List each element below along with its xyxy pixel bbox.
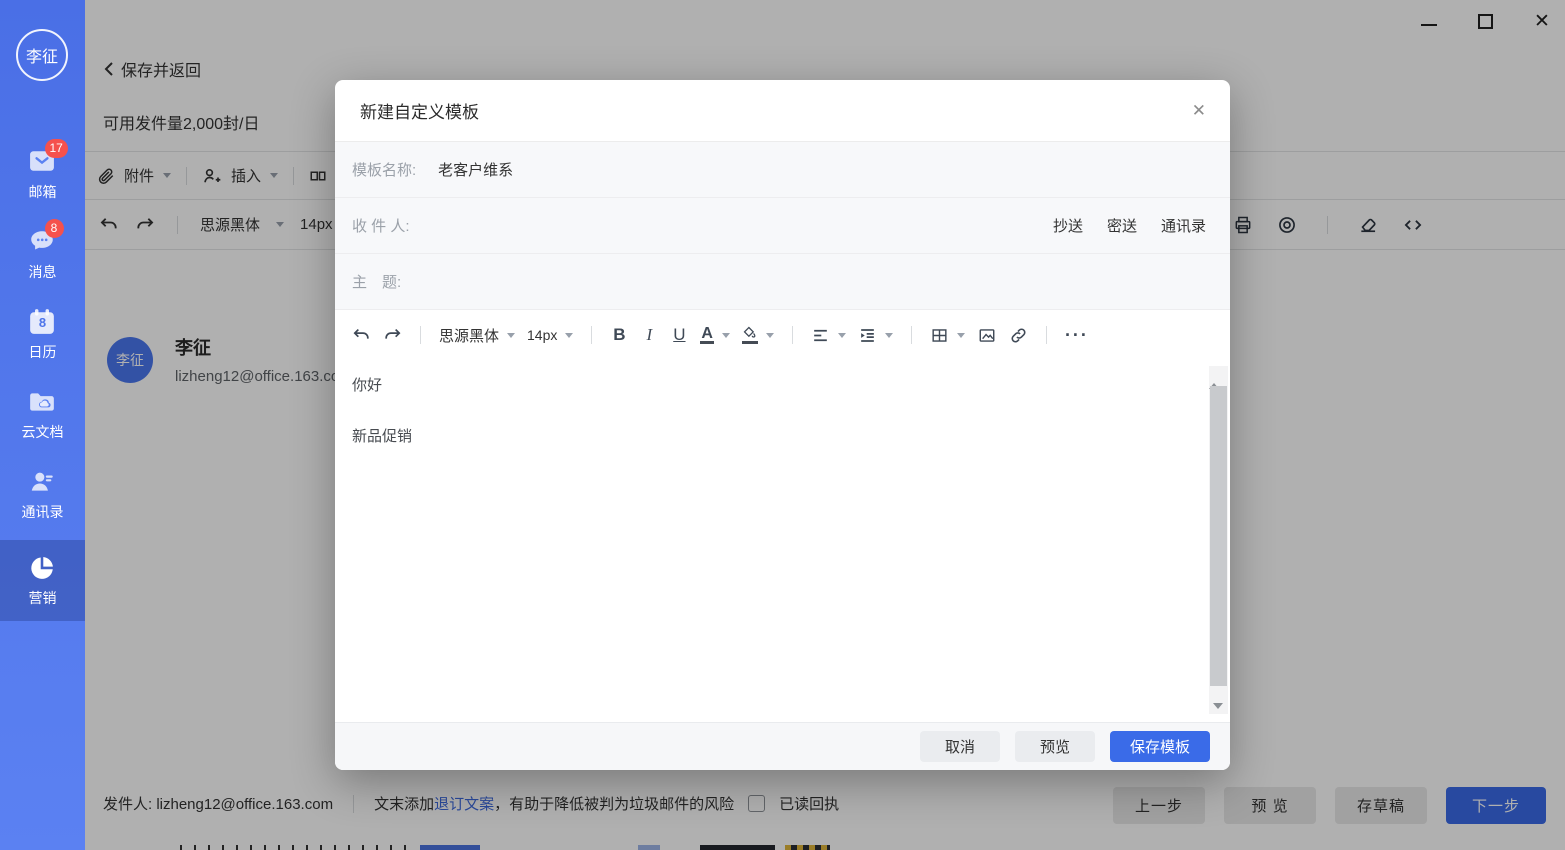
recipient-options: 抄送 密送 通讯录 xyxy=(1053,215,1206,236)
sidebar: 李征 17 邮箱 8 消息 8 日历 xyxy=(0,0,85,850)
bold-button[interactable]: B xyxy=(610,325,628,345)
sidebar-item-label: 消息 xyxy=(0,262,85,282)
sidebar-item-label: 营销 xyxy=(0,588,85,608)
align-icon[interactable] xyxy=(811,326,830,345)
font-name-select[interactable]: 思源黑体 xyxy=(439,325,499,346)
modal-footer: 取消 预览 保存模板 xyxy=(335,722,1230,770)
chevron-down-icon[interactable] xyxy=(565,333,573,338)
divider xyxy=(792,326,793,344)
chevron-down-icon[interactable] xyxy=(722,333,730,338)
font-color-button[interactable]: A xyxy=(700,326,714,344)
divider xyxy=(420,326,421,344)
template-name-label: 模板名称: xyxy=(352,159,416,180)
cancel-button[interactable]: 取消 xyxy=(920,731,1000,762)
body-line: 新品促销 xyxy=(352,425,1180,449)
sidebar-item-clouddocs[interactable]: 云文档 xyxy=(0,388,85,442)
divider xyxy=(911,326,912,344)
mail-unread-badge: 17 xyxy=(45,139,68,158)
modal-preview-button[interactable]: 预览 xyxy=(1015,731,1095,762)
editor-body[interactable]: 你好 新品促销 xyxy=(335,360,1230,722)
divider xyxy=(1046,326,1047,344)
table-icon[interactable] xyxy=(930,326,949,345)
user-avatar[interactable]: 李征 xyxy=(16,29,68,81)
messages-unread-badge: 8 xyxy=(45,219,64,238)
list-indent-icon[interactable] xyxy=(858,326,877,345)
more-options-button[interactable]: ··· xyxy=(1065,325,1089,346)
new-template-modal: 新建自定义模板 ✕ 模板名称: 老客户维系 收 件 人: 抄送 密送 通讯录 主… xyxy=(335,80,1230,770)
sidebar-item-label: 云文档 xyxy=(0,422,85,442)
chevron-down-icon[interactable] xyxy=(957,333,965,338)
highlight-color-bar xyxy=(742,341,758,344)
font-size-select[interactable]: 14px xyxy=(527,327,557,343)
cc-button[interactable]: 抄送 xyxy=(1053,215,1083,236)
sidebar-item-label: 日历 xyxy=(0,342,85,362)
save-template-button[interactable]: 保存模板 xyxy=(1110,731,1210,762)
chevron-down-icon[interactable] xyxy=(885,333,893,338)
scroll-down-arrow[interactable] xyxy=(1213,703,1223,709)
mail-icon: 17 xyxy=(27,148,59,176)
scrollbar[interactable] xyxy=(1209,366,1228,714)
chat-icon: 8 xyxy=(27,228,59,256)
divider xyxy=(591,326,592,344)
sidebar-item-label: 邮箱 xyxy=(0,182,85,202)
highlight-color-button[interactable] xyxy=(742,326,758,344)
undo-icon[interactable] xyxy=(352,326,371,345)
italic-button[interactable]: I xyxy=(640,325,658,345)
sidebar-item-marketing[interactable]: 营销 xyxy=(0,540,85,621)
underline-button[interactable]: U xyxy=(670,325,688,345)
recipients-label: 收 件 人: xyxy=(352,215,410,236)
redo-icon[interactable] xyxy=(383,326,402,345)
template-name-row: 模板名称: 老客户维系 xyxy=(335,142,1230,198)
modal-title: 新建自定义模板 xyxy=(360,98,479,123)
contacts-button[interactable]: 通讯录 xyxy=(1161,215,1206,236)
chevron-down-icon[interactable] xyxy=(507,333,515,338)
body-line: 你好 xyxy=(352,374,1180,398)
modal-header: 新建自定义模板 ✕ xyxy=(335,80,1230,142)
sidebar-item-label: 通讯录 xyxy=(0,502,85,522)
chevron-down-icon[interactable] xyxy=(766,333,774,338)
avatar-initials: 李征 xyxy=(26,43,58,67)
calendar-date: 8 xyxy=(27,315,59,330)
chevron-down-icon[interactable] xyxy=(838,333,846,338)
sidebar-item-messages[interactable]: 8 消息 xyxy=(0,228,85,282)
recipients-row: 收 件 人: 抄送 密送 通讯录 xyxy=(335,198,1230,254)
sidebar-item-contacts[interactable]: 通讯录 xyxy=(0,468,85,522)
app-window: 李征 17 邮箱 8 消息 8 日历 xyxy=(0,0,1565,850)
editor-toolbar: 思源黑体 14px B I U A xyxy=(335,310,1230,360)
subject-label: 主 题: xyxy=(352,271,401,292)
subject-row: 主 题: xyxy=(335,254,1230,310)
sidebar-item-calendar[interactable]: 8 日历 xyxy=(0,308,85,362)
calendar-icon: 8 xyxy=(27,308,59,336)
close-icon[interactable]: ✕ xyxy=(1192,101,1206,121)
image-icon[interactable] xyxy=(977,326,997,345)
contacts-icon xyxy=(27,468,59,496)
pie-chart-icon xyxy=(27,554,59,582)
cloud-folder-icon xyxy=(27,388,59,416)
template-name-input[interactable]: 老客户维系 xyxy=(438,159,513,180)
link-icon[interactable] xyxy=(1009,326,1028,345)
bcc-button[interactable]: 密送 xyxy=(1107,215,1137,236)
scrollbar-thumb[interactable] xyxy=(1210,386,1227,686)
sidebar-item-mail[interactable]: 17 邮箱 xyxy=(0,148,85,202)
